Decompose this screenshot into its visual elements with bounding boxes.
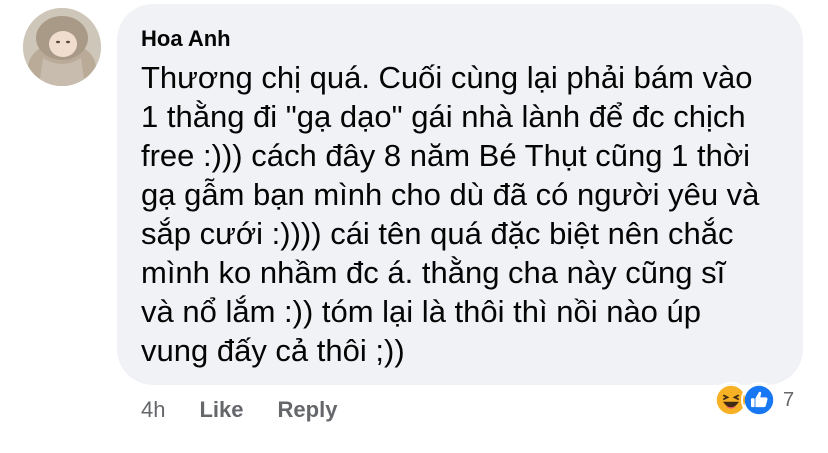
comment-author[interactable]: Hoa Anh bbox=[141, 26, 231, 52]
reaction-summary[interactable]: 7 bbox=[713, 380, 794, 420]
comment-line: mình ko nhầm đc á. thằng cha này cũng sĩ bbox=[141, 255, 726, 290]
avatar-image bbox=[23, 8, 101, 86]
reply-button[interactable]: Reply bbox=[278, 397, 338, 423]
timestamp[interactable]: 4h bbox=[141, 397, 165, 423]
avatar[interactable] bbox=[23, 8, 101, 86]
comment-line: free :))) cách đây 8 năm Bé Thụt cũng 1 … bbox=[141, 138, 751, 173]
comment-actions: 4h Like Reply bbox=[141, 395, 337, 425]
comment-line: Thương chị quá. Cuối cùng lại phải bám v… bbox=[141, 60, 753, 95]
comment-line: gạ gẫm bạn mình cho dù đã có người yêu v… bbox=[141, 177, 760, 212]
comment-line: sắp cưới :)))) cái tên quá đặc biệt nên … bbox=[141, 216, 734, 251]
like-icon bbox=[741, 382, 777, 418]
like-button[interactable]: Like bbox=[199, 397, 243, 423]
comment-line: và nổ lắm :)) tóm lại là thôi thì nồi nà… bbox=[141, 294, 702, 329]
comment-line: 1 thằng đi "gạ dạo" gái nhà lành để đc c… bbox=[141, 99, 746, 134]
reaction-count: 7 bbox=[783, 388, 795, 411]
comment-line: vung đấy cả thôi ;)) bbox=[141, 333, 405, 368]
